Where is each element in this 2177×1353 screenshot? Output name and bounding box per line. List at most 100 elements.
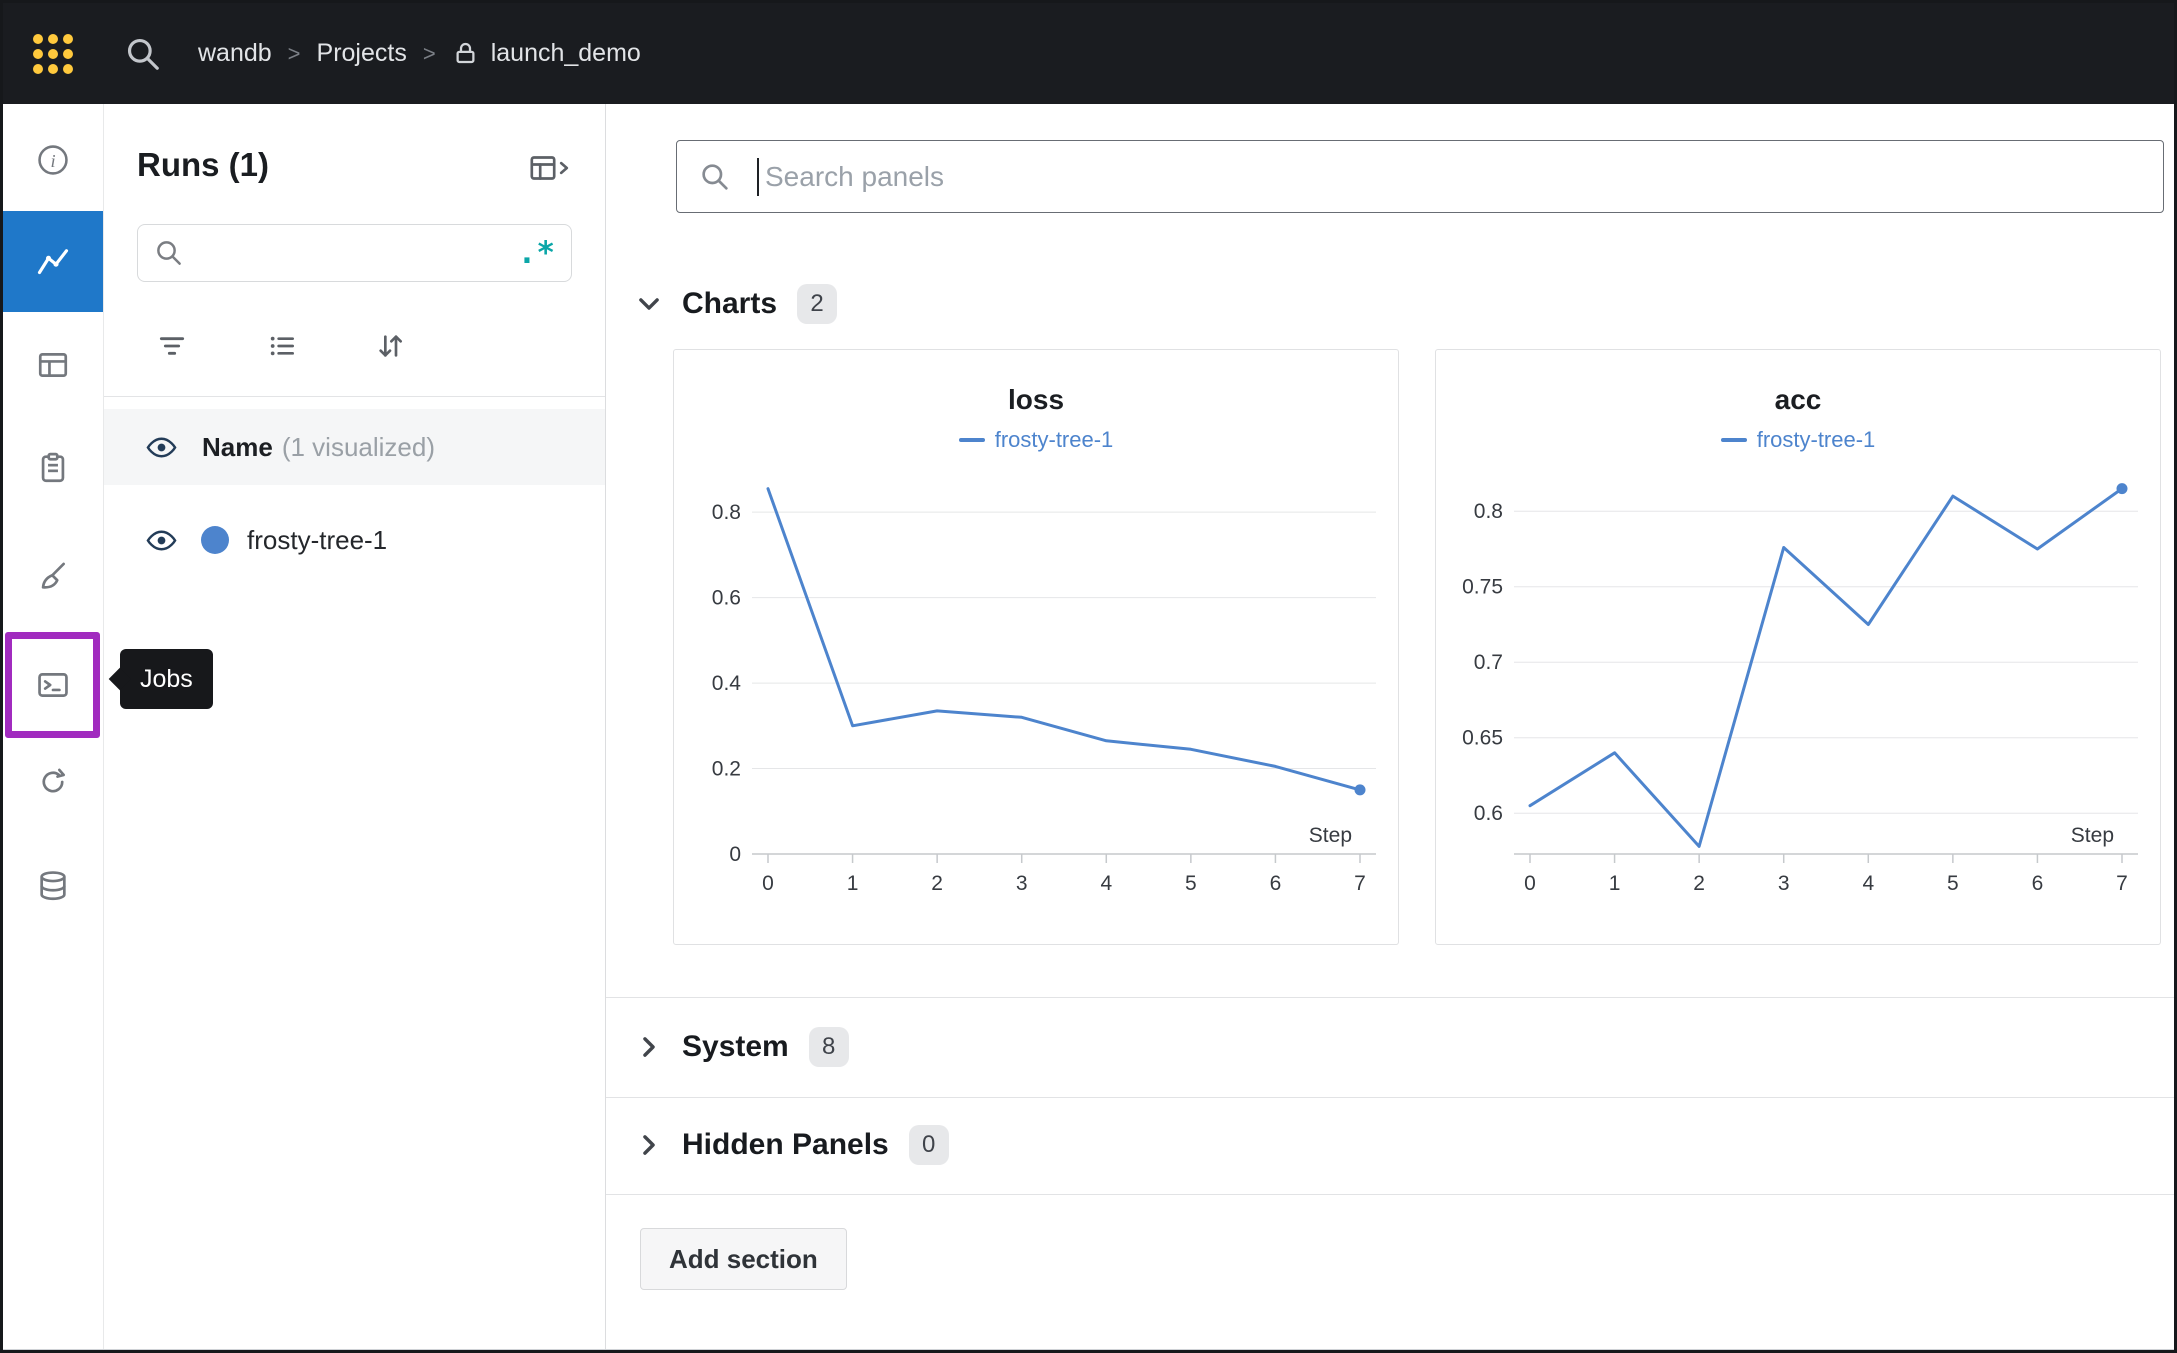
artifacts-database-icon[interactable]: [29, 862, 77, 910]
legend-run-name: frosty-tree-1: [995, 427, 1114, 453]
workspace-main: Charts 2 loss frosty-tree-1 00.20.40.60.…: [606, 104, 2174, 1350]
section-label: Hidden Panels: [682, 1128, 889, 1162]
svg-text:1: 1: [847, 872, 859, 895]
panel-card-loss[interactable]: loss frosty-tree-1 00.20.40.60.801234567…: [673, 349, 1399, 945]
search-icon: [699, 161, 731, 193]
svg-text:1: 1: [1609, 872, 1621, 895]
section-header-hidden-panels[interactable]: Hidden Panels 0: [636, 1118, 949, 1172]
section-label: System: [682, 1030, 789, 1064]
eye-visibility-icon[interactable]: [146, 525, 177, 556]
svg-text:0: 0: [762, 872, 774, 895]
breadcrumb-org[interactable]: wandb: [198, 39, 272, 68]
section-count-badge: 0: [909, 1125, 949, 1165]
svg-text:7: 7: [2116, 872, 2128, 895]
svg-text:6: 6: [1270, 872, 1282, 895]
top-navbar: wandb > Projects > launch_demo: [3, 3, 2174, 104]
line-chart: 0.60.650.70.750.801234567Step: [1448, 468, 2148, 898]
svg-text:0.65: 0.65: [1462, 727, 1503, 750]
svg-text:0.2: 0.2: [712, 758, 741, 781]
breadcrumb-projects[interactable]: Projects: [317, 39, 407, 68]
runs-divider: [104, 396, 605, 397]
svg-text:6: 6: [2032, 872, 2044, 895]
breadcrumb: wandb > Projects > launch_demo: [198, 39, 641, 68]
runs-table-icon[interactable]: [29, 341, 77, 389]
section-label: Charts: [682, 287, 777, 321]
jobs-terminal-icon[interactable]: [5, 632, 100, 738]
regex-toggle[interactable]: .*: [518, 235, 555, 271]
section-header-system[interactable]: System 8: [636, 1020, 849, 1074]
jobs-tooltip: Jobs: [120, 649, 213, 709]
svg-text:0: 0: [729, 843, 741, 866]
section-count-badge: 8: [809, 1027, 849, 1067]
svg-text:0.6: 0.6: [712, 587, 741, 610]
left-nav-rail: i: [3, 104, 104, 1350]
runs-header-row[interactable]: Name (1 visualized): [104, 409, 605, 485]
logs-clipboard-icon[interactable]: [29, 444, 77, 492]
svg-text:0.4: 0.4: [712, 672, 742, 695]
charts-grid: loss frosty-tree-1 00.20.40.60.801234567…: [673, 349, 2161, 945]
eye-visibility-icon[interactable]: [146, 432, 177, 463]
section-header-charts[interactable]: Charts 2: [636, 277, 837, 331]
section-divider: [606, 1097, 2174, 1098]
runs-search-input[interactable]: [184, 238, 518, 269]
run-color-dot: [201, 526, 229, 554]
bottom-hairline: [3, 1349, 2174, 1350]
overview-info-icon[interactable]: i: [29, 136, 77, 184]
chevron-right-icon[interactable]: [636, 1034, 662, 1060]
breadcrumb-project-name[interactable]: launch_demo: [491, 39, 641, 68]
svg-text:i: i: [50, 151, 55, 171]
panel-card-acc[interactable]: acc frosty-tree-1 0.60.650.70.750.801234…: [1435, 349, 2161, 945]
svg-text:0.8: 0.8: [1474, 500, 1503, 523]
workspace-chart-icon[interactable]: [3, 211, 103, 312]
chevron-right-icon[interactable]: [636, 1132, 662, 1158]
svg-text:3: 3: [1016, 872, 1028, 895]
sort-icon[interactable]: [368, 324, 412, 368]
wandb-logo-icon[interactable]: [30, 31, 76, 77]
jobs-tooltip-label: Jobs: [140, 665, 193, 694]
svg-text:4: 4: [1862, 872, 1874, 895]
section-count-badge: 2: [797, 284, 837, 324]
lock-icon: [452, 40, 479, 67]
section-divider: [606, 1194, 2174, 1195]
panel-search-box: [676, 140, 2164, 213]
global-search-icon[interactable]: [124, 35, 162, 73]
line-chart: 0 0.2 0.4 0.6 0.8 0 1 2 3 4 5 6 7 Step: [686, 468, 1386, 898]
chart-title: acc: [1436, 384, 2160, 420]
legend-run-name: frosty-tree-1: [1757, 427, 1876, 453]
svg-text:0.75: 0.75: [1462, 576, 1503, 599]
svg-text:4: 4: [1100, 872, 1112, 895]
svg-text:2: 2: [1693, 872, 1705, 895]
svg-text:0.6: 0.6: [1474, 802, 1503, 825]
legend-swatch: [959, 438, 985, 442]
runs-panel: Runs (1) .*: [104, 104, 606, 1350]
chevron-down-icon[interactable]: [636, 291, 662, 317]
filter-icon[interactable]: [150, 324, 194, 368]
group-list-icon[interactable]: [260, 324, 304, 368]
expand-table-icon[interactable]: [529, 150, 571, 186]
svg-text:5: 5: [1185, 872, 1197, 895]
breadcrumb-separator: >: [288, 41, 301, 67]
legend-swatch: [1721, 438, 1747, 442]
svg-text:Step: Step: [1309, 824, 1352, 847]
run-name[interactable]: frosty-tree-1: [247, 525, 387, 556]
svg-text:7: 7: [1354, 872, 1366, 895]
svg-text:0: 0: [1524, 872, 1536, 895]
chart-legend: frosty-tree-1: [674, 426, 1398, 454]
svg-text:0.8: 0.8: [712, 501, 741, 524]
svg-text:3: 3: [1778, 872, 1790, 895]
runs-toolbar: [104, 316, 605, 372]
automations-loop-icon[interactable]: [29, 758, 77, 806]
section-divider: [606, 997, 2174, 998]
panel-search-input[interactable]: [759, 161, 2141, 193]
svg-text:2: 2: [931, 872, 943, 895]
svg-text:Step: Step: [2071, 824, 2114, 847]
svg-text:5: 5: [1947, 872, 1959, 895]
add-section-button[interactable]: Add section: [640, 1228, 847, 1290]
run-row[interactable]: frosty-tree-1: [104, 504, 605, 576]
search-icon: [154, 238, 184, 268]
runs-visualized-count: (1 visualized): [282, 432, 435, 463]
runs-column-name: Name: [202, 432, 273, 463]
runs-search-box: .*: [137, 224, 572, 282]
app-window: wandb > Projects > launch_demo i: [0, 0, 2177, 1353]
sweeps-broom-icon[interactable]: [29, 552, 77, 600]
